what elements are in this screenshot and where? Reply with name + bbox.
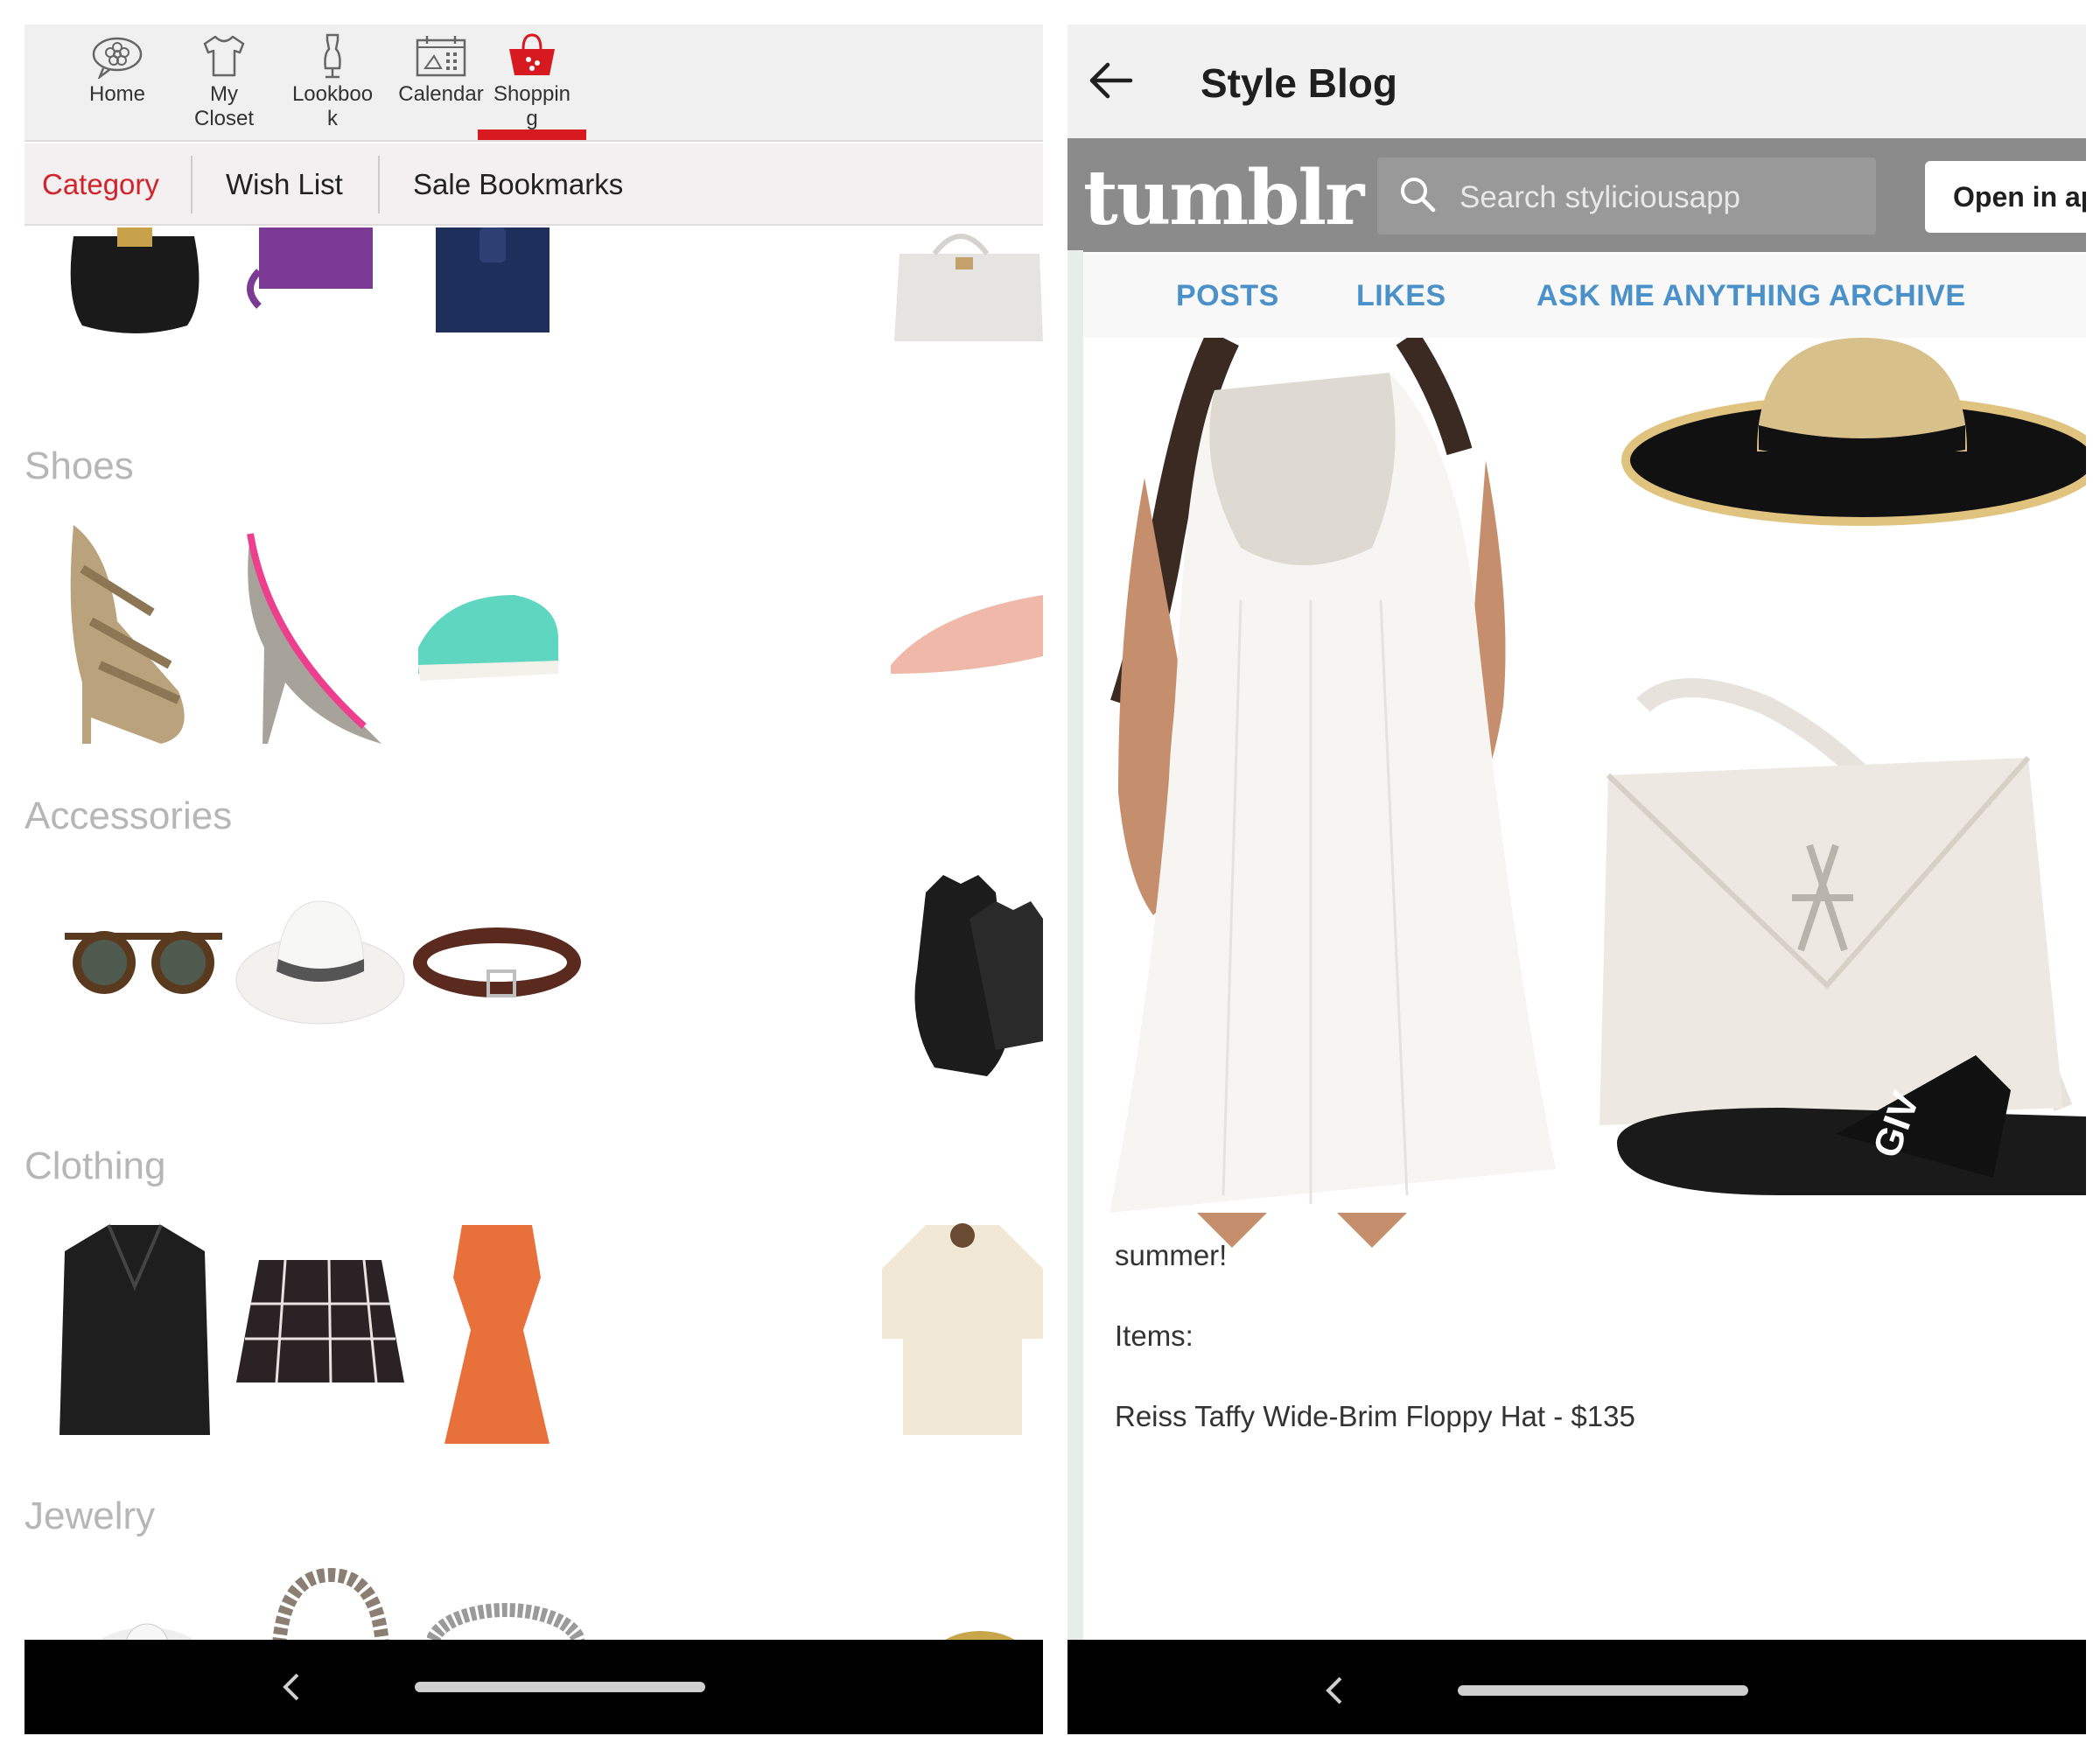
cream-blouse-thumb[interactable] [882, 1216, 1043, 1444]
page-title: Style Blog [1200, 60, 1397, 106]
tab-ask-me-anything[interactable]: ASK ME ANYTHING [1536, 254, 1821, 338]
nav-my-closet-label: My Closet [193, 82, 255, 130]
open-in-app-button[interactable]: Open in ap [1925, 161, 2086, 233]
sunglasses-thumb[interactable] [56, 910, 231, 1006]
search-input[interactable]: Search styliciousapp [1377, 158, 1876, 234]
tab-posts[interactable]: POSTS [1176, 254, 1279, 338]
nav-my-closet[interactable]: My Closet [170, 33, 278, 140]
shirt-icon [203, 35, 245, 77]
system-back-icon[interactable] [1321, 1675, 1348, 1706]
panama-hat-thumb[interactable] [233, 884, 408, 1032]
category-list: Shoes Accessories Clothing Jewelry [24, 228, 1043, 1666]
nav-shopping-label: Shoppin g [493, 82, 571, 130]
nav-home-label: Home [88, 82, 146, 106]
search-placeholder: Search styliciousapp [1460, 180, 1740, 214]
category-heading-shoes: Shoes [24, 444, 134, 487]
calendar-icon [416, 36, 466, 77]
system-nav-bar [24, 1640, 1043, 1734]
glitter-sandal-thumb[interactable] [56, 516, 205, 752]
style-blog-screen: Style Blog tumblr Search styliciousapp O… [1068, 24, 2086, 1734]
post-item-hat: Reiss Taffy Wide-Brim Floppy Hat - $135 [1115, 1400, 1635, 1432]
mint-sneaker-thumb[interactable] [410, 578, 567, 691]
blush-flat-thumb[interactable] [882, 560, 1043, 700]
tab-wish-list[interactable]: Wish List [226, 144, 343, 226]
shopping-screen: Home My Closet Lookboo k Calendar Shoppi… [24, 24, 1043, 1734]
tumblr-header: tumblr Search styliciousapp Open in ap [1068, 138, 2086, 252]
tab-divider [191, 156, 192, 214]
nav-home[interactable]: Home [63, 33, 172, 140]
leather-gloves-thumb[interactable] [900, 866, 1043, 1085]
blog-tabs: POSTS LIKES ASK ME ANYTHING ARCHIVE [1083, 254, 2086, 338]
system-back-icon[interactable] [278, 1671, 304, 1703]
category-heading-clothing: Clothing [24, 1144, 166, 1187]
tab-likes[interactable]: LIKES [1356, 254, 1446, 338]
black-handbag-thumb[interactable] [56, 228, 214, 341]
shopping-basket-icon [509, 33, 555, 75]
home-flower-icon [92, 37, 143, 79]
straw-hat-image[interactable] [1608, 338, 2086, 539]
white-lace-dress-image[interactable] [1092, 338, 1582, 1248]
black-slide-image[interactable]: GIV [1608, 1038, 2086, 1213]
blog-app-bar: Style Blog [1068, 24, 2086, 138]
back-arrow-icon[interactable] [1088, 61, 1134, 100]
post-items-heading: Items: [1115, 1320, 1194, 1352]
nav-lookbook[interactable]: Lookboo k [278, 33, 387, 140]
search-icon [1401, 178, 1436, 213]
leather-belt-thumb[interactable] [410, 919, 584, 1006]
white-satchel-thumb[interactable] [882, 228, 1043, 341]
home-gesture-pill[interactable] [415, 1682, 705, 1692]
blog-side-margin [1068, 250, 1083, 1668]
category-heading-accessories: Accessories [24, 794, 233, 837]
leather-jacket-thumb[interactable] [56, 1216, 214, 1444]
nav-lookbook-label: Lookboo k [291, 82, 374, 130]
orange-dress-thumb[interactable] [436, 1216, 558, 1452]
pink-pump-thumb[interactable] [233, 516, 390, 752]
purple-clutch-thumb[interactable] [233, 228, 390, 341]
post-caption: summer! [1115, 1239, 1228, 1271]
active-tab-indicator [478, 130, 586, 140]
navy-tote-thumb[interactable] [410, 228, 567, 341]
app-top-nav: Home My Closet Lookboo k Calendar Shoppi… [24, 24, 1043, 142]
system-nav-bar [1068, 1640, 2086, 1734]
shopping-subtabs: Category Wish List Sale Bookmarks [24, 144, 1043, 226]
tab-sale-bookmarks[interactable]: Sale Bookmarks [413, 144, 623, 226]
plaid-skirt-thumb[interactable] [233, 1251, 408, 1400]
tab-archive[interactable]: ARCHIVE [1829, 254, 1966, 338]
tumblr-logo[interactable]: tumblr [1083, 154, 1364, 242]
category-heading-jewelry: Jewelry [24, 1494, 156, 1537]
tab-divider [378, 156, 380, 214]
home-gesture-pill[interactable] [1458, 1685, 1748, 1696]
blog-post: GIV summer! Items: Reiss Taffy Wide-Brim… [1083, 338, 2086, 1668]
dress-form-icon [324, 33, 341, 79]
nav-shopping[interactable]: Shoppin g [478, 33, 586, 140]
tab-category[interactable]: Category [42, 144, 159, 226]
